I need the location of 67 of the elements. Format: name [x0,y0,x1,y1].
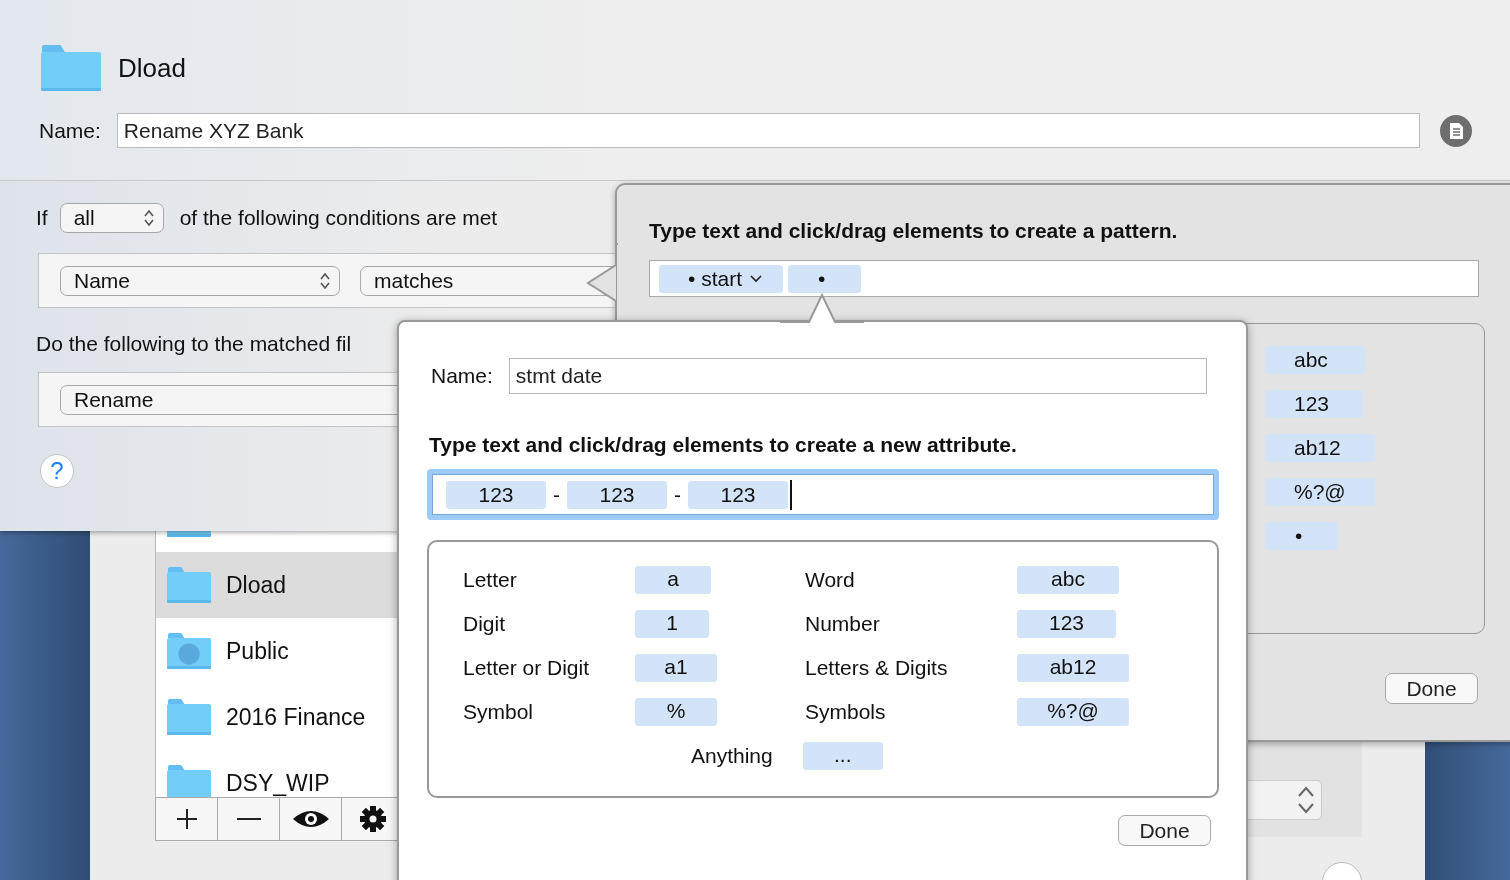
element-token[interactable]: %?@ [1017,698,1129,726]
element-token[interactable]: 1 [635,610,709,638]
element-label: Symbols [805,700,887,724]
done-button[interactable]: Done [1118,815,1211,846]
done-button[interactable]: Done [1385,673,1478,704]
name-label: Name: [39,118,101,143]
stepper-icon [319,271,331,290]
folder-name: Dload [226,571,287,599]
settings-icon [358,805,387,833]
folder-name: Public [226,637,289,665]
element-token[interactable]: ab12 [1265,434,1375,462]
minus-icon [236,818,261,820]
pattern-token[interactable]: • start [659,264,783,293]
element-label: Letter or Digit [463,656,591,680]
folder-title: Dload [118,52,186,84]
element-label: Word [805,568,856,592]
element-token[interactable]: a [635,566,711,594]
if-label: If [36,206,48,230]
element-token[interactable]: 123 [1017,610,1116,638]
attribute-token[interactable]: 123 [446,480,546,509]
eye-icon [291,808,330,830]
conditions-text: of the following conditions are met [179,206,498,230]
globe-folder-icon [166,632,212,670]
help-button[interactable]: ? [40,454,74,488]
popup-button[interactable]: Name [60,265,340,296]
folder-icon [166,764,212,797]
popup-button[interactable]: all [59,203,164,233]
attribute-field[interactable]: 123 - 123 - 123 [427,469,1219,520]
folder-icon [40,44,102,92]
name-field[interactable]: Rename XYZ Bank [116,113,1420,148]
literal-text: - [674,482,681,507]
pattern-token[interactable]: • [788,264,861,293]
element-token[interactable]: ab12 [1017,654,1129,682]
element-token[interactable]: 123 [1265,390,1363,418]
folder-icon [166,698,212,736]
element-label: Letter [463,568,518,592]
document-icon [1439,114,1472,147]
element-label: Number [805,612,881,636]
folder-name: DSY_WIP [226,769,330,797]
plus-icon [175,808,198,830]
folder-icon [166,566,212,604]
element-token[interactable]: % [635,698,717,726]
text-cursor [790,479,792,510]
attribute-token[interactable]: 123 [567,480,667,509]
folder-row[interactable]: DSY_WIP [156,750,456,797]
element-label: Anything [691,744,773,768]
stepper-icon [1297,786,1315,814]
stepper-icon [142,209,155,227]
element-label: Digit [463,612,506,636]
element-token[interactable]: ... [802,742,883,770]
element-token[interactable]: a1 [635,654,717,682]
element-token[interactable]: • [1265,522,1338,550]
chevron-icon [750,274,763,283]
popover-title: Type text and click/drag elements to create a new attribute. [429,433,1018,457]
element-label: Letters & Digits [805,656,949,680]
literal-text: - [553,482,560,507]
folder-name: 2016 Finance [226,703,366,731]
element-label: Symbol [463,700,535,724]
element-token[interactable]: abc [1265,346,1365,374]
folder-row[interactable]: 2016 Finance [156,684,456,750]
name-field[interactable]: stmt date [508,358,1207,394]
folder-row[interactable]: Public [156,618,456,684]
attribute-token[interactable]: 123 [688,480,788,509]
actions-label: Do the following to the matched fil [36,332,353,356]
element-token[interactable]: abc [1017,566,1119,594]
popover-title: Type text and click/drag elements to create a pattern. [649,219,1179,243]
element-token[interactable]: %?@ [1265,478,1375,506]
